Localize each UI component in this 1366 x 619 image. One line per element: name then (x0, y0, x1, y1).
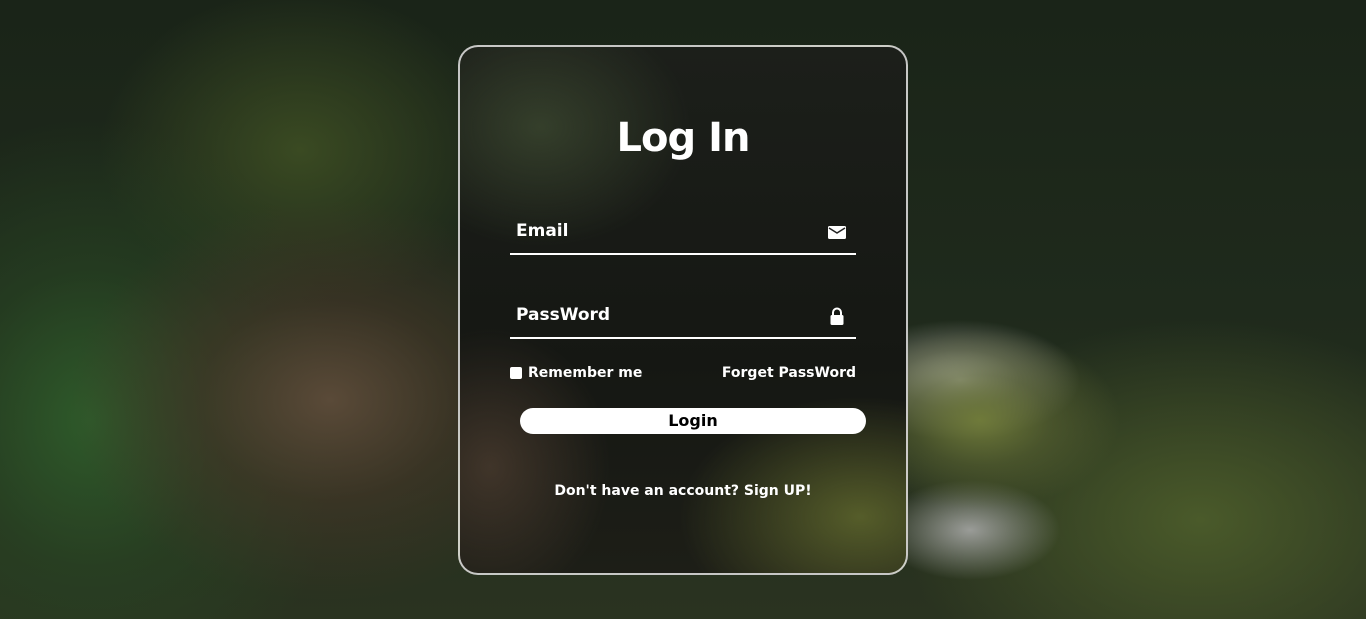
login-button[interactable]: Login (520, 408, 866, 434)
email-field[interactable]: Email (510, 211, 856, 255)
page-title: Log In (616, 115, 751, 161)
mail-icon (828, 226, 846, 239)
signup-row: Don't have an account? Sign UP! (460, 483, 906, 499)
forgot-password-link[interactable]: Forget PassWord (722, 365, 856, 381)
checkbox[interactable] (510, 367, 522, 379)
signup-prompt: Don't have an account? (554, 483, 740, 499)
remember-me-checkbox[interactable]: Remember me (510, 365, 642, 381)
password-field[interactable]: PassWord (510, 295, 856, 339)
signup-link[interactable]: Sign UP! (744, 483, 812, 499)
lock-icon (830, 307, 844, 325)
remember-me-label: Remember me (528, 365, 643, 381)
password-label: PassWord (516, 305, 611, 325)
email-label: Email (516, 221, 569, 241)
options-row: Remember me Forget PassWord (510, 365, 856, 381)
login-card: Log In Email PassWord Remember me Forget… (458, 45, 908, 575)
